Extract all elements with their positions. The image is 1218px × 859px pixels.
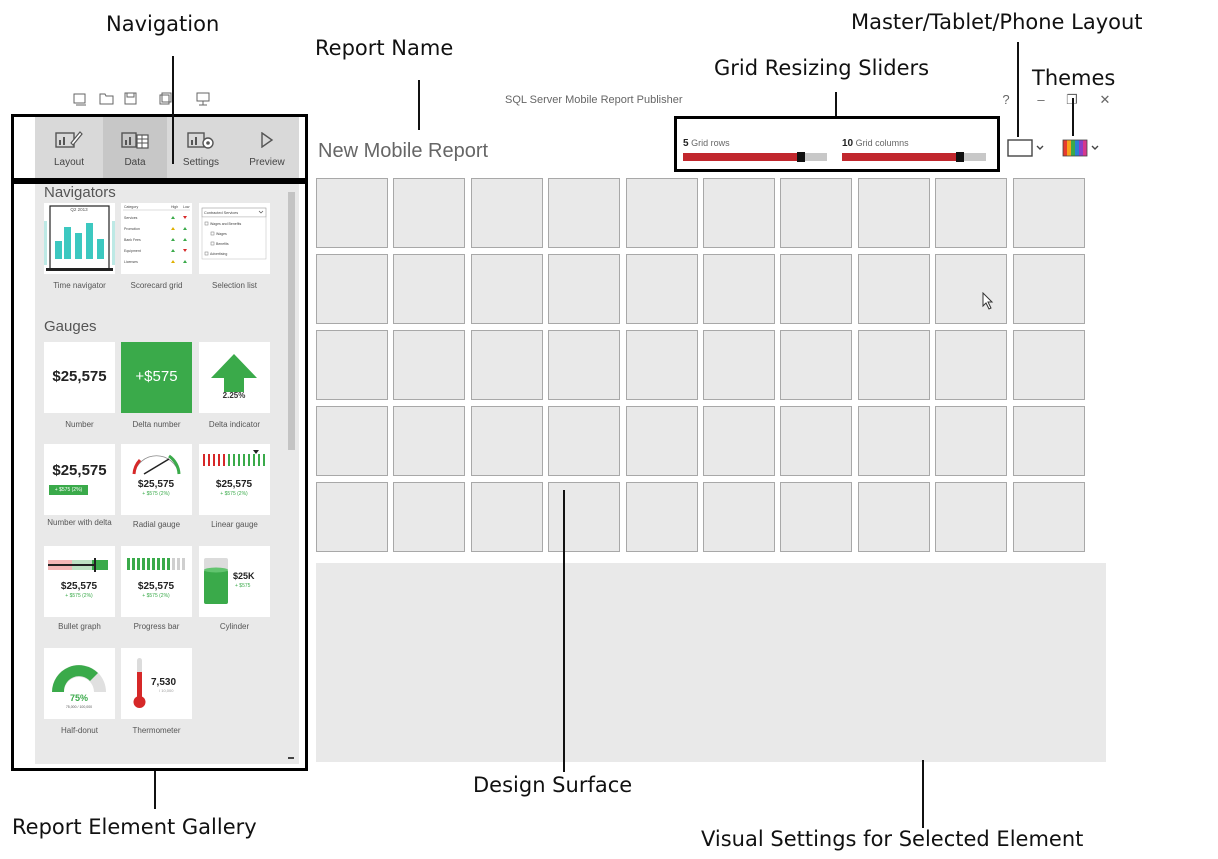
grid-cell[interactable] [780, 330, 852, 400]
grid-cell[interactable] [780, 482, 852, 552]
report-name[interactable]: New Mobile Report [318, 140, 488, 163]
grid-cell[interactable] [393, 178, 465, 248]
grid-cell[interactable] [780, 406, 852, 476]
grid-cell[interactable] [1013, 178, 1085, 248]
grid-cell[interactable] [1013, 406, 1085, 476]
themes-button[interactable] [1061, 137, 1107, 159]
grid-cell[interactable] [471, 254, 543, 324]
report-name-leader-line [418, 80, 420, 130]
grid-cell[interactable] [548, 178, 620, 248]
theme-palette-icon [1062, 139, 1099, 157]
grid-cell[interactable] [471, 406, 543, 476]
navigation-annotation: Navigation [106, 12, 220, 36]
grid-cell[interactable] [316, 406, 388, 476]
grid-cell[interactable] [858, 254, 930, 324]
themes-annotation: Themes [1032, 66, 1116, 90]
grid-cell[interactable] [703, 178, 775, 248]
mouse-cursor-icon [982, 291, 994, 314]
grid-cell[interactable] [626, 178, 698, 248]
grid-cell[interactable] [626, 330, 698, 400]
grid-cell[interactable] [548, 254, 620, 324]
gallery-leader-line [154, 771, 156, 809]
grid-cell[interactable] [935, 406, 1007, 476]
grid-cell[interactable] [393, 482, 465, 552]
open-folder-icon[interactable] [96, 92, 116, 108]
layout-annotation: Master/Tablet/Phone Layout [851, 10, 1143, 34]
grid-cell[interactable] [1013, 330, 1085, 400]
grid-cell[interactable] [316, 178, 388, 248]
grid-cell[interactable] [780, 254, 852, 324]
grid-cell[interactable] [935, 178, 1007, 248]
grid-cell[interactable] [626, 254, 698, 324]
visual-settings-leader-line [922, 760, 924, 828]
grid-cell[interactable] [548, 406, 620, 476]
minimize-button[interactable]: – [1032, 92, 1050, 108]
grid-cell[interactable] [703, 254, 775, 324]
design-surface-annotation: Design Surface [473, 773, 633, 797]
grid-cell[interactable] [858, 482, 930, 552]
grid-cell[interactable] [858, 330, 930, 400]
grid-cell[interactable] [393, 406, 465, 476]
grid-cell[interactable] [316, 330, 388, 400]
report-name-annotation: Report Name [315, 36, 454, 60]
gallery-annotation: Report Element Gallery [12, 815, 257, 839]
grid-cell[interactable] [703, 482, 775, 552]
grid-cell[interactable] [1013, 482, 1085, 552]
layout-selector-button[interactable] [1006, 137, 1048, 159]
grid-cell[interactable] [626, 406, 698, 476]
sliders-callout-box [674, 116, 1000, 172]
grid-cell[interactable] [858, 178, 930, 248]
design-surface-leader-line [563, 490, 565, 772]
grid-cell[interactable] [703, 406, 775, 476]
save-icon[interactable] [120, 92, 140, 108]
navigation-leader-line [172, 56, 174, 164]
themes-leader-line [1072, 98, 1074, 136]
grid-cell[interactable] [471, 178, 543, 248]
grid-cell[interactable] [935, 330, 1007, 400]
window-title: SQL Server Mobile Report Publisher [505, 94, 683, 106]
grid-cell[interactable] [393, 330, 465, 400]
help-button[interactable]: ? [997, 92, 1015, 108]
grid-cell[interactable] [316, 254, 388, 324]
grid-cell[interactable] [703, 330, 775, 400]
device-layout-icon [1007, 139, 1044, 157]
visual-settings-panel[interactable] [316, 563, 1106, 762]
grid-cell[interactable] [935, 254, 1007, 324]
gallery-callout-box [11, 181, 308, 771]
visual-settings-annotation: Visual Settings for Selected Element [701, 827, 1084, 851]
sliders-annotation: Grid Resizing Sliders [714, 56, 930, 80]
layout-leader-line [1017, 42, 1019, 137]
grid-cell[interactable] [548, 482, 620, 552]
grid-cell[interactable] [858, 406, 930, 476]
grid-cell[interactable] [393, 254, 465, 324]
sliders-leader-line [835, 92, 837, 116]
grid-cell[interactable] [1013, 254, 1085, 324]
grid-cell[interactable] [471, 330, 543, 400]
close-button[interactable]: ✕ [1096, 92, 1114, 108]
grid-cell[interactable] [548, 330, 620, 400]
grid-cell[interactable] [626, 482, 698, 552]
grid-cell[interactable] [780, 178, 852, 248]
publish-icon[interactable] [193, 92, 213, 108]
design-surface[interactable] [316, 178, 1106, 554]
grid-cell[interactable] [316, 482, 388, 552]
navigation-callout-box [11, 114, 308, 181]
grid-cell[interactable] [471, 482, 543, 552]
grid-cell[interactable] [935, 482, 1007, 552]
new-report-icon[interactable] [70, 92, 90, 108]
